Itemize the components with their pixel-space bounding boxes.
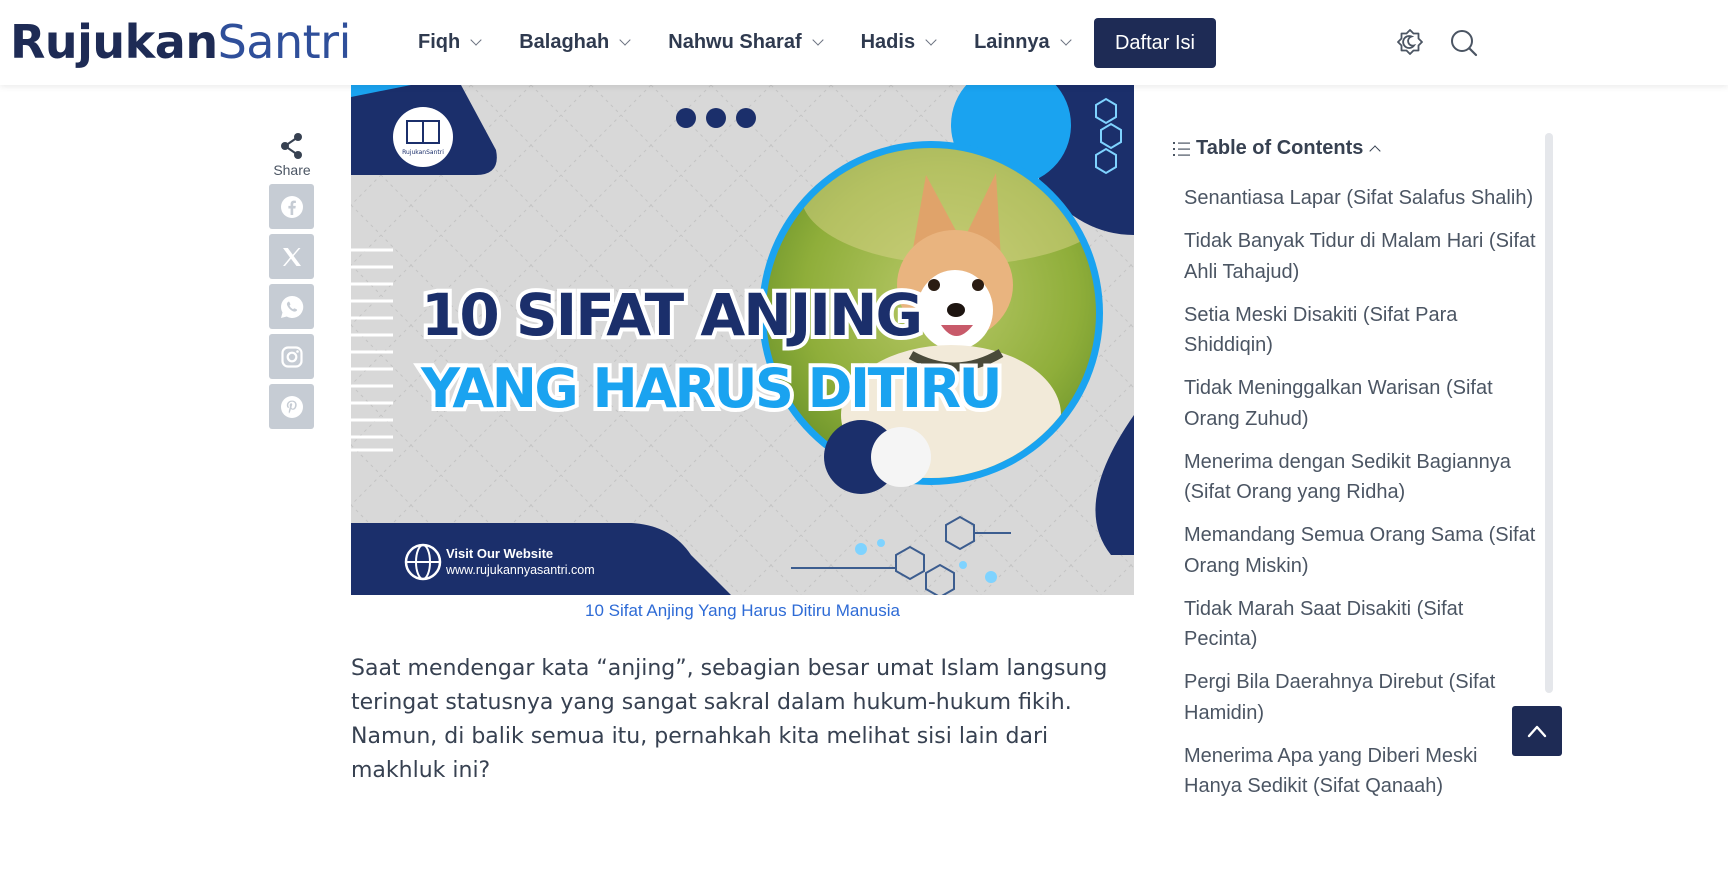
share-icon[interactable] [269,132,315,160]
nav-item-fiqh[interactable]: Fiqh [418,31,482,54]
toc-item[interactable]: Menerima Apa yang Diberi Meski Hanya Sed… [1184,741,1539,802]
nav-item-lainnya[interactable]: Lainnya [974,31,1072,54]
chevron-down-icon [925,34,937,46]
hero-logo-text: RujukanSantri [402,149,444,156]
nav-label: Nahwu Sharaf [668,31,802,53]
toc-title: Table of Contents [1196,137,1364,159]
toc-item[interactable]: Setia Meski Disakiti (Sifat Para Shiddiq… [1184,300,1539,361]
hero-title-line2: YANG HARUS DITIRU [420,357,1000,420]
chevron-down-icon [619,34,631,46]
chevron-down-icon [1059,34,1072,46]
site-logo[interactable]: RujukanSantri [10,12,351,72]
nav-item-hadis[interactable]: Hadis [860,31,937,54]
toc-item[interactable]: Tidak Marah Saat Disakiti (Sifat Pecinta… [1184,594,1539,655]
article-paragraph: Saat mendengar kata “anjing”, sebagian b… [351,656,1108,783]
list-icon [1173,141,1190,156]
share-label: Share [273,162,311,178]
site-header: RujukanSantri Fiqh Balaghah Nahwu Sharaf… [0,0,1728,85]
nav-item-balaghah[interactable]: Balaghah [519,31,631,54]
share-instagram-button[interactable] [269,334,314,379]
search-icon[interactable] [1448,27,1480,59]
toc-item[interactable]: Tidak Banyak Tidur di Malam Hari (Sifat … [1184,226,1539,287]
featured-image-graphic: RujukanSantri 10 SIFAT ANJING 10 SIFAT A… [351,85,1134,595]
chevron-up-icon[interactable] [1369,145,1382,157]
toc-item[interactable]: Tidak Meninggalkan Warisan (Sifat Orang … [1184,373,1539,434]
featured-image: RujukanSantri 10 SIFAT ANJING 10 SIFAT A… [351,85,1134,595]
toc-item[interactable]: Menerima dengan Sedikit Bagiannya (Sifat… [1184,447,1539,508]
nav-label: Hadis [860,31,916,53]
logo-text-primary: Rujukan [10,15,218,69]
pinterest-icon [280,395,303,418]
chevron-up-icon [1527,725,1547,738]
toc-list: Senantiasa Lapar (Sifat Salafus Shalih) … [1184,183,1539,814]
toc-scrollbar[interactable] [1545,133,1553,693]
logo-text-secondary: Santri [217,15,352,69]
x-icon [282,247,301,266]
nav-label: Lainnya [974,31,1050,53]
nav-label: Fiqh [418,31,461,53]
chevron-down-icon [470,34,482,46]
nav-label: Balaghah [519,31,610,53]
hero-visit-label: Visit Our Website [446,546,553,561]
back-to-top-button[interactable] [1512,706,1562,756]
theme-toggle-icon[interactable] [1394,27,1426,59]
image-caption: 10 Sifat Anjing Yang Harus Ditiru Manusi… [585,601,900,620]
share-pinterest-button[interactable] [269,384,314,429]
chevron-down-icon [811,34,824,46]
facebook-icon [280,195,303,218]
toc-item[interactable]: Pergi Bila Daerahnya Direbut (Sifat Hami… [1184,667,1539,728]
toc-item[interactable]: Memandang Semua Orang Sama (Sifat Orang … [1184,520,1539,581]
whatsapp-icon [280,295,303,318]
hero-visit-url: www.rujukannyasantri.com [445,563,595,577]
share-facebook-button[interactable] [269,184,314,229]
instagram-icon [280,345,303,368]
nav-item-nahwu-sharaf[interactable]: Nahwu Sharaf [668,31,824,54]
share-bar: Share [269,132,315,429]
share-x-button[interactable] [269,234,314,279]
main-nav: Fiqh Balaghah Nahwu Sharaf Hadis Lainnya [418,0,1109,85]
share-whatsapp-button[interactable] [269,284,314,329]
hero-title-line1: 10 SIFAT ANJING [421,281,921,349]
daftar-isi-button[interactable]: Daftar Isi [1094,18,1216,68]
toc-item[interactable]: Senantiasa Lapar (Sifat Salafus Shalih) [1184,183,1539,214]
toc-header[interactable]: Table of Contents [1172,137,1382,160]
